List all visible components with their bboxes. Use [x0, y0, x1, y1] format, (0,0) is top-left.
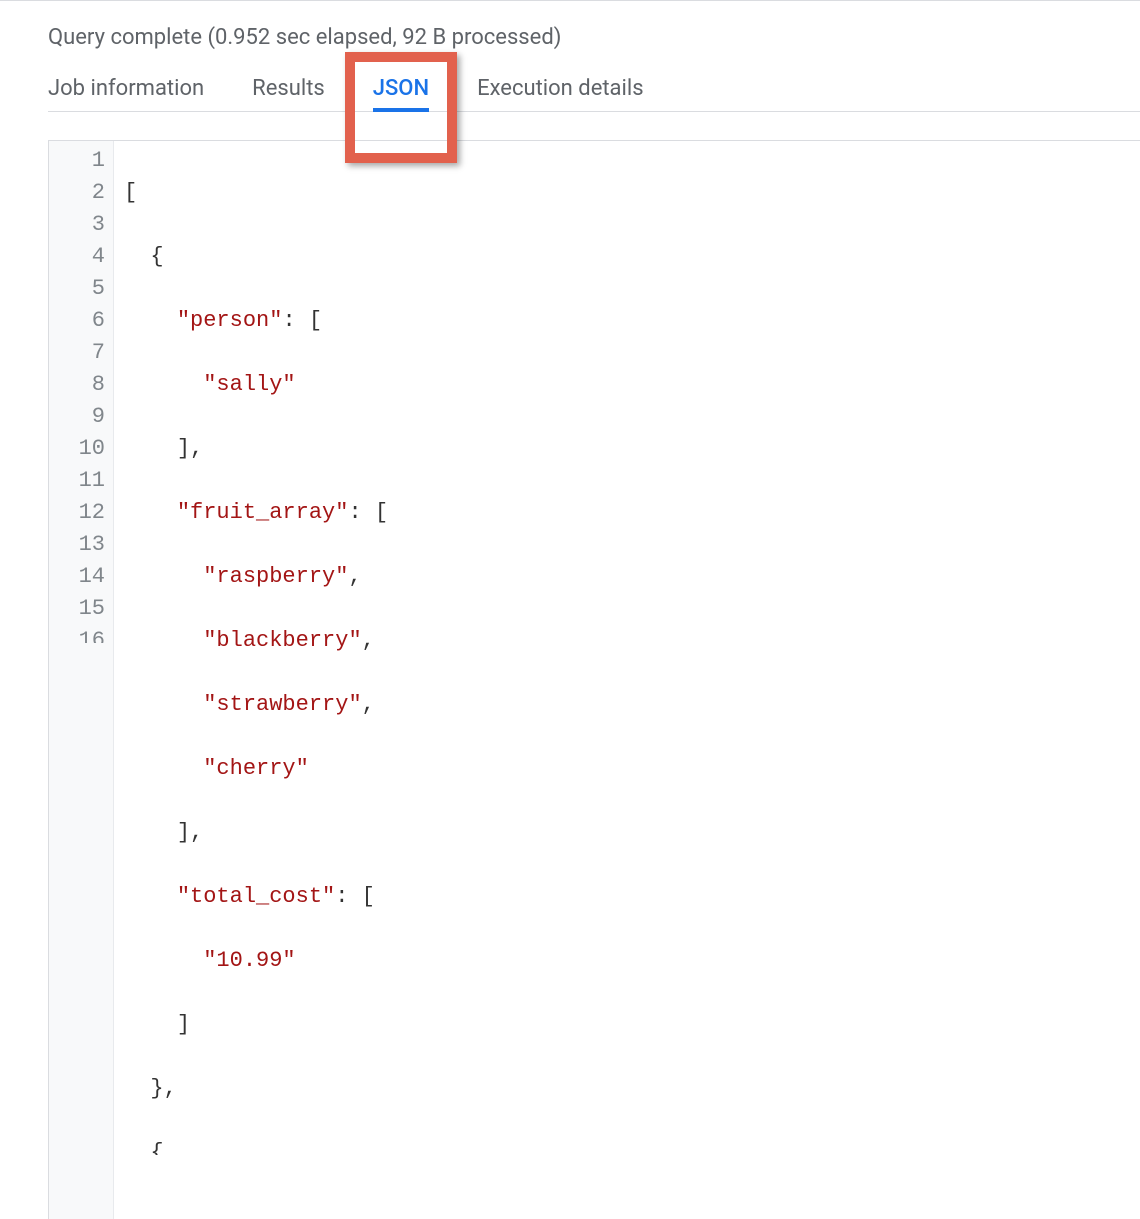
tab-execution-details[interactable]: Execution details: [477, 72, 644, 111]
code-body[interactable]: [ { "person": [ "sally" ], "fruit_array"…: [114, 141, 388, 1219]
code-token: : [: [335, 884, 375, 909]
line-number: 5: [49, 273, 105, 305]
code-token: "sally": [203, 372, 295, 397]
code-token: "person": [177, 308, 283, 333]
tab-results[interactable]: Results: [252, 72, 325, 111]
code-token: {: [150, 1140, 163, 1155]
code-token: ],: [177, 436, 203, 461]
code-token: },: [150, 1076, 176, 1101]
line-number: 1: [49, 145, 105, 177]
code-token: [: [124, 180, 137, 205]
code-token: ,: [362, 692, 375, 717]
code-token: ],: [177, 820, 203, 845]
tab-json[interactable]: JSON: [373, 72, 429, 111]
code-token: "10.99": [203, 948, 295, 973]
code-token: "total_cost": [177, 884, 335, 909]
line-number: 11: [49, 465, 105, 497]
code-token: "strawberry": [203, 692, 361, 717]
tab-job-information[interactable]: Job information: [48, 72, 204, 111]
code-token: ,: [362, 628, 375, 653]
code-token: "raspberry": [203, 564, 348, 589]
line-number: 8: [49, 369, 105, 401]
code-token: "blackberry": [203, 628, 361, 653]
code-token: : [: [348, 500, 388, 525]
code-token: : [: [282, 308, 322, 333]
code-token: ,: [348, 564, 361, 589]
line-number: 13: [49, 529, 105, 561]
line-number: 16: [49, 625, 105, 643]
line-number: 10: [49, 433, 105, 465]
line-number-gutter: 1 2 3 4 5 6 7 8 9 10 11 12 13 14 15 16: [49, 141, 114, 1219]
line-number: 4: [49, 241, 105, 273]
line-number: 3: [49, 209, 105, 241]
code-token: {: [150, 244, 163, 269]
code-token: "fruit_array": [177, 500, 349, 525]
line-number: 6: [49, 305, 105, 337]
line-number: 9: [49, 401, 105, 433]
line-number: 7: [49, 337, 105, 369]
results-tabs: Job information Results JSON Execution d…: [48, 72, 1140, 112]
query-status: Query complete (0.952 sec elapsed, 92 B …: [48, 1, 1140, 58]
line-number: 2: [49, 177, 105, 209]
json-code-viewer: 1 2 3 4 5 6 7 8 9 10 11 12 13 14 15 16 […: [48, 140, 1140, 1219]
line-number: 14: [49, 561, 105, 593]
code-token: "cherry": [203, 756, 309, 781]
line-number: 15: [49, 593, 105, 625]
code-token: ]: [177, 1012, 190, 1037]
line-number: 12: [49, 497, 105, 529]
